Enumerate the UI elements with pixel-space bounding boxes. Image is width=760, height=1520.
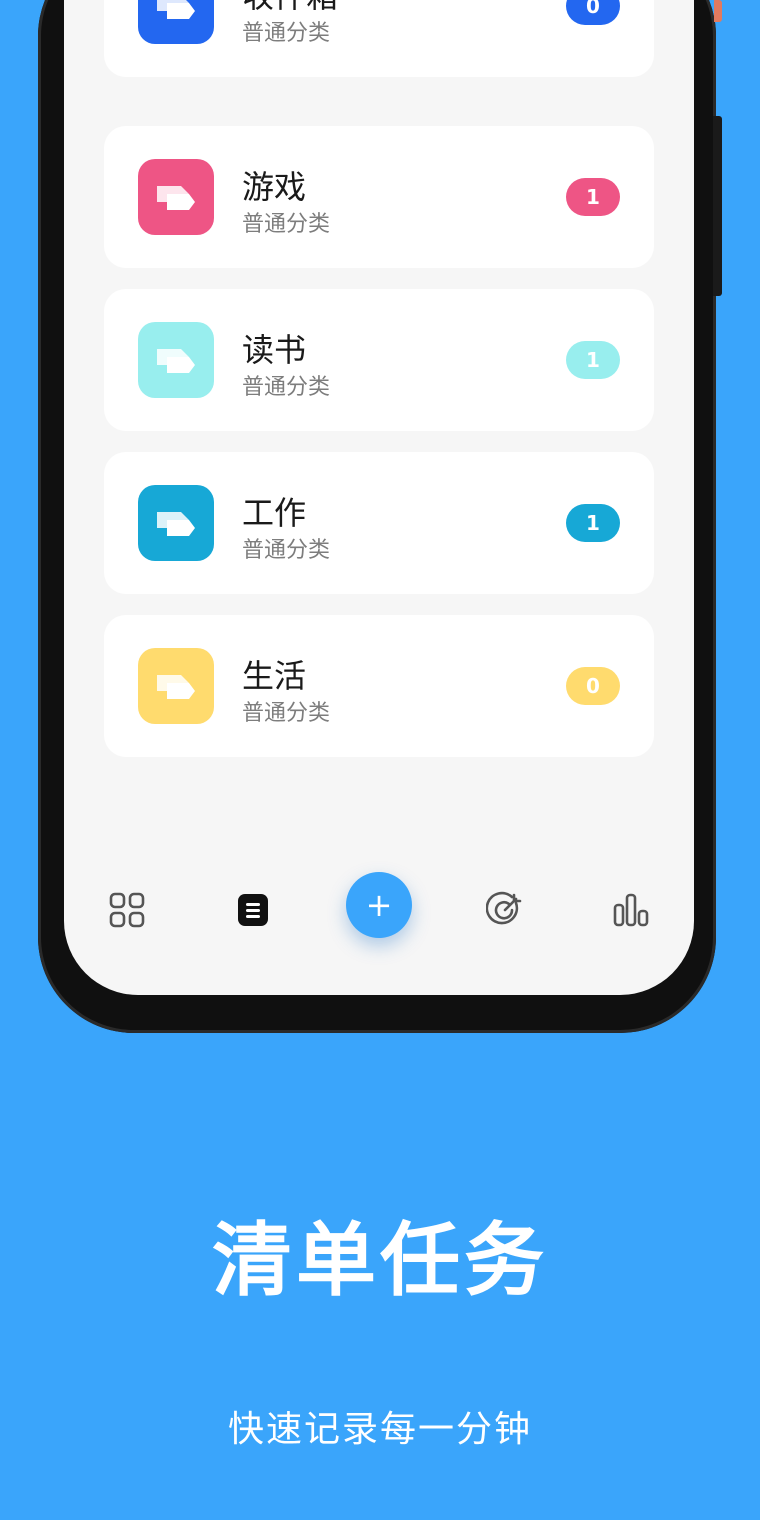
list-icon[interactable] <box>223 880 283 940</box>
category-subtitle: 普通分类 <box>242 538 331 563</box>
category-tag-icon <box>138 322 214 398</box>
promo-subline: 快速记录每一分钟 <box>227 1409 532 1450</box>
category-count-badge: 1 <box>566 504 620 542</box>
category-card-games[interactable]: 游戏 普通分类 1 <box>104 126 654 268</box>
promo-headline: 清单任务 <box>212 1214 548 1307</box>
category-count-badge: 0 <box>566 667 620 705</box>
category-title: 读书 <box>242 331 307 369</box>
add-button[interactable]: + <box>346 872 412 938</box>
phone-side-button <box>713 116 722 296</box>
category-count-badge: 1 <box>566 178 620 216</box>
category-card-reading[interactable]: 读书 普通分类 1 <box>104 289 654 431</box>
category-title: 工作 <box>242 494 307 532</box>
category-tag-icon <box>138 0 214 44</box>
stats-icon[interactable] <box>601 880 661 940</box>
category-count-badge: 0 <box>566 0 620 25</box>
category-subtitle: 普通分类 <box>242 212 331 237</box>
phone-side-button-top <box>714 0 722 22</box>
category-tag-icon <box>138 648 214 724</box>
category-tag-icon <box>138 485 214 561</box>
category-card-inbox[interactable]: 收件箱 普通分类 0 <box>104 0 654 77</box>
target-icon[interactable] <box>475 880 535 940</box>
grid-icon[interactable] <box>97 880 157 940</box>
category-subtitle: 普通分类 <box>242 701 331 726</box>
phone-screen: 收件箱 普通分类 0 游戏 普通分类 1 读书 普通分类 1 工作 普通分类 <box>64 0 694 995</box>
category-title: 生活 <box>242 657 307 695</box>
category-subtitle: 普通分类 <box>242 21 331 46</box>
category-card-work[interactable]: 工作 普通分类 1 <box>104 452 654 594</box>
category-title: 游戏 <box>242 168 307 206</box>
category-tag-icon <box>138 159 214 235</box>
category-subtitle: 普通分类 <box>242 375 331 400</box>
bottom-tab-bar: + <box>64 872 694 970</box>
category-card-life[interactable]: 生活 普通分类 0 <box>104 615 654 757</box>
category-count-badge: 1 <box>566 341 620 379</box>
